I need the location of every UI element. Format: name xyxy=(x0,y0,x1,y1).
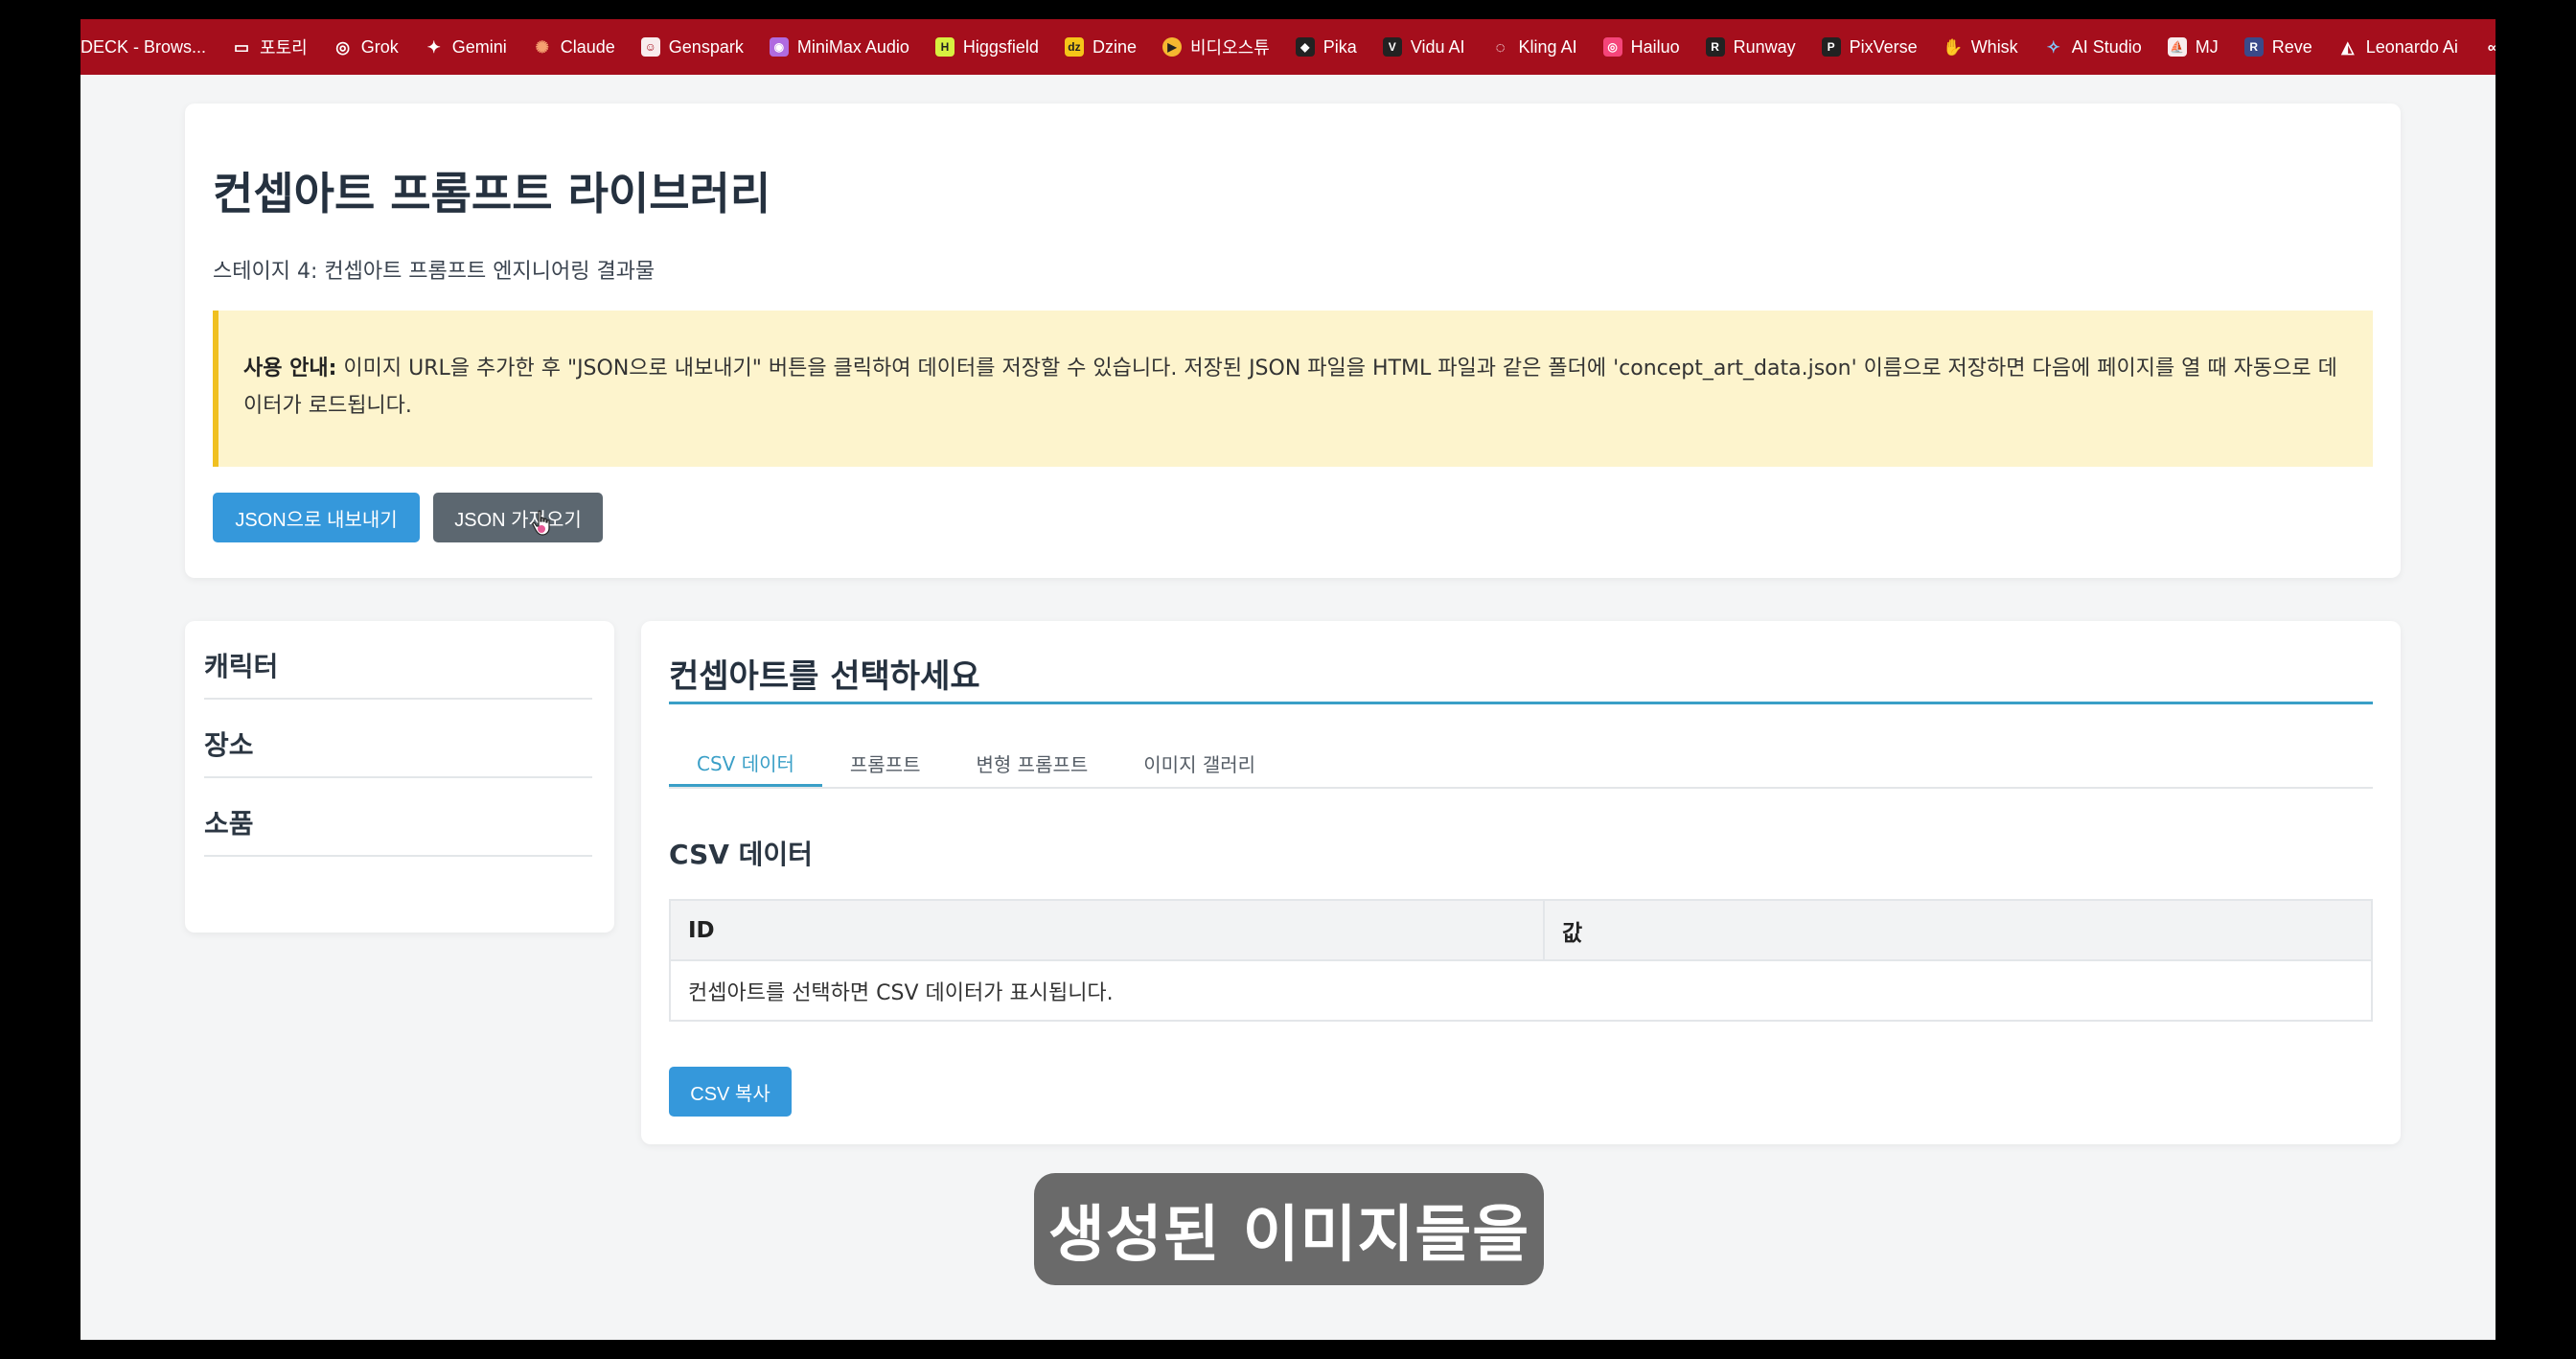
runway-icon: R xyxy=(1705,37,1725,57)
bookmark-label: DECK - Brows... xyxy=(80,36,207,57)
bookmark-label: Grok xyxy=(360,36,399,57)
vidu-icon: V xyxy=(1382,37,1402,57)
video-caption: 생성된 이미지들을 xyxy=(1034,1173,1544,1285)
bookmark-vidu[interactable]: V Vidu AI xyxy=(1382,36,1465,58)
bookmark-deck[interactable]: DECK - Brows... xyxy=(80,37,206,58)
tab-image-gallery[interactable]: 이미지 갤러리 xyxy=(1116,740,1283,787)
bookmark-dzine[interactable]: dz Dzine xyxy=(1064,36,1137,58)
minimax-icon: ◉ xyxy=(769,37,789,57)
genspark-icon: ☺ xyxy=(640,37,660,57)
tab-bar: CSV 데이터 프롬프트 변형 프롬프트 이미지 갤러리 xyxy=(669,740,2373,789)
bookmark-ai-studio[interactable]: ✧ AI Studio xyxy=(2044,37,2142,58)
bookmark-label: Genspark xyxy=(668,36,744,57)
detail-title: 컨셉아트를 선택하세요 xyxy=(669,650,2373,704)
bookmark-label: 비디오스튜 xyxy=(1189,38,1270,58)
gemini-icon: ✦ xyxy=(426,37,441,57)
tab-csv-data[interactable]: CSV 데이터 xyxy=(669,740,822,787)
bookmark-label: Gemini xyxy=(451,36,507,57)
bookmark-label: Kling AI xyxy=(1518,36,1577,57)
bookmark-label: Leonardo Ai xyxy=(2365,36,2458,57)
midjourney-icon: ⛵ xyxy=(2167,37,2187,57)
json-import-button[interactable]: JSON 가져오기 xyxy=(433,493,603,542)
bookmark-label: AI Studio xyxy=(2071,36,2142,57)
tab-variant-prompt[interactable]: 변형 프롬프트 xyxy=(949,740,1116,787)
bookmark-hailuo[interactable]: ◎ Hailuo xyxy=(1602,36,1680,58)
ai-studio-icon: ✧ xyxy=(2046,37,2060,57)
csv-copy-button[interactable]: CSV 복사 xyxy=(669,1067,792,1117)
hailuo-icon: ◎ xyxy=(1602,37,1622,57)
browser-viewport: DECK - Brows... ▭ 포토리 ◎ Grok ✦ Gemini ✺ … xyxy=(80,19,2496,1340)
table-row: 컨셉아트를 선택하면 CSV 데이터가 표시됩니다. xyxy=(669,959,2373,1022)
category-character[interactable]: 캐릭터 xyxy=(204,621,592,700)
bookmark-pika[interactable]: ◆ Pika xyxy=(1295,36,1357,58)
bookmark-folder-portfolio[interactable]: ▭ 포토리 xyxy=(232,35,308,59)
bookmark-label: Vidu AI xyxy=(1410,36,1465,57)
infinity-icon: ∞ xyxy=(2487,37,2496,57)
bookmark-label: Hailuo xyxy=(1630,36,1680,57)
notice-text: 이미지 URL을 추가한 후 "JSON으로 내보내기" 버튼을 클릭하여 데이… xyxy=(243,357,2337,418)
claude-icon: ✺ xyxy=(535,37,549,57)
bookmark-label: 포토리 xyxy=(260,38,308,58)
bookmark-leonardo[interactable]: ◭ Leonardo Ai xyxy=(2338,37,2458,58)
bookmark-label: Whisk xyxy=(1970,36,2018,57)
pika-icon: ◆ xyxy=(1295,37,1315,57)
table-header-row: ID 값 xyxy=(669,899,2373,961)
bookmark-midjourney[interactable]: ⛵ MJ xyxy=(2167,36,2219,58)
bookmark-claude[interactable]: ✺ Claude xyxy=(533,37,615,58)
kling-icon: ◌ xyxy=(1495,37,1506,57)
whisk-icon: ✋ xyxy=(1943,37,1964,57)
section-title: CSV 데이터 xyxy=(669,839,813,870)
tab-prompt[interactable]: 프롬프트 xyxy=(822,740,949,787)
table-empty-message: 컨셉아트를 선택하면 CSV 데이터가 표시됩니다. xyxy=(669,959,2373,1022)
json-export-button[interactable]: JSON으로 내보내기 xyxy=(213,493,420,542)
column-header-id: ID xyxy=(669,899,1545,961)
bookmark-label: MJ xyxy=(2195,36,2219,57)
csv-table: ID 값 컨셉아트를 선택하면 CSV 데이터가 표시됩니다. xyxy=(669,899,2373,1022)
usage-notice: 사용 안내: 이미지 URL을 추가한 후 "JSON으로 내보내기" 버튼을 … xyxy=(213,311,2373,467)
notice-label: 사용 안내: xyxy=(243,357,337,380)
reve-icon: R xyxy=(2243,37,2264,57)
bookmark-label: Runway xyxy=(1733,36,1796,57)
bookmark-reve[interactable]: R Reve xyxy=(2243,36,2312,58)
header-card: 컨셉아트 프롬프트 라이브러리 스테이지 4: 컨셉아트 프롬프트 엔지니어링 … xyxy=(185,104,2401,578)
folder-icon: ▭ xyxy=(234,37,250,57)
bookmark-label: Dzine xyxy=(1092,36,1137,57)
column-header-value: 값 xyxy=(1543,899,2373,961)
page-title: 컨셉아트 프롬프트 라이브러리 xyxy=(213,168,771,219)
bookmark-label: PixVerse xyxy=(1849,36,1918,57)
category-sidebar: 캐릭터 장소 소품 xyxy=(185,621,614,933)
bookmark-runway[interactable]: R Runway xyxy=(1705,36,1796,58)
bookmark-video-studio[interactable]: ▶ 비디오스튜 xyxy=(1162,35,1270,59)
bookmark-label: Reve xyxy=(2271,36,2312,57)
higgsfield-icon: H xyxy=(934,37,954,57)
bookmark-label: Pika xyxy=(1322,36,1357,57)
dzine-icon: dz xyxy=(1064,37,1084,57)
pixverse-icon: P xyxy=(1821,37,1841,57)
bookmark-gemini[interactable]: ✦ Gemini xyxy=(425,37,507,58)
bookmark-genspark[interactable]: ☺ Genspark xyxy=(640,36,744,58)
bookmark-label: Higgsfield xyxy=(962,36,1039,57)
category-props[interactable]: 소품 xyxy=(204,778,592,857)
bookmark-label: Claude xyxy=(560,36,615,57)
category-location[interactable]: 장소 xyxy=(204,700,592,778)
video-studio-icon: ▶ xyxy=(1162,37,1182,57)
detail-panel: 컨셉아트를 선택하세요 CSV 데이터 프롬프트 변형 프롬프트 이미지 갤러리… xyxy=(641,621,2401,1144)
bookmark-pixverse[interactable]: P PixVerse xyxy=(1821,36,1918,58)
bookmarks-bar: DECK - Brows... ▭ 포토리 ◎ Grok ✦ Gemini ✺ … xyxy=(80,19,2496,75)
bookmark-grok[interactable]: ◎ Grok xyxy=(334,36,399,58)
bookmark-op[interactable]: ∞ OP xyxy=(2484,37,2496,58)
bookmark-kling[interactable]: ◌ Kling AI xyxy=(1491,36,1577,58)
page-subtitle: 스테이지 4: 컨셉아트 프롬프트 엔지니어링 결과물 xyxy=(213,260,656,284)
leonardo-icon: ◭ xyxy=(2341,37,2355,57)
grok-icon: ◎ xyxy=(335,37,351,57)
hand-cursor-icon xyxy=(532,510,550,536)
bookmark-label: MiniMax Audio xyxy=(796,36,909,57)
bookmark-whisk[interactable]: ✋ Whisk xyxy=(1943,36,2018,58)
bookmark-minimax[interactable]: ◉ MiniMax Audio xyxy=(769,36,909,58)
bookmark-higgsfield[interactable]: H Higgsfield xyxy=(934,36,1039,58)
